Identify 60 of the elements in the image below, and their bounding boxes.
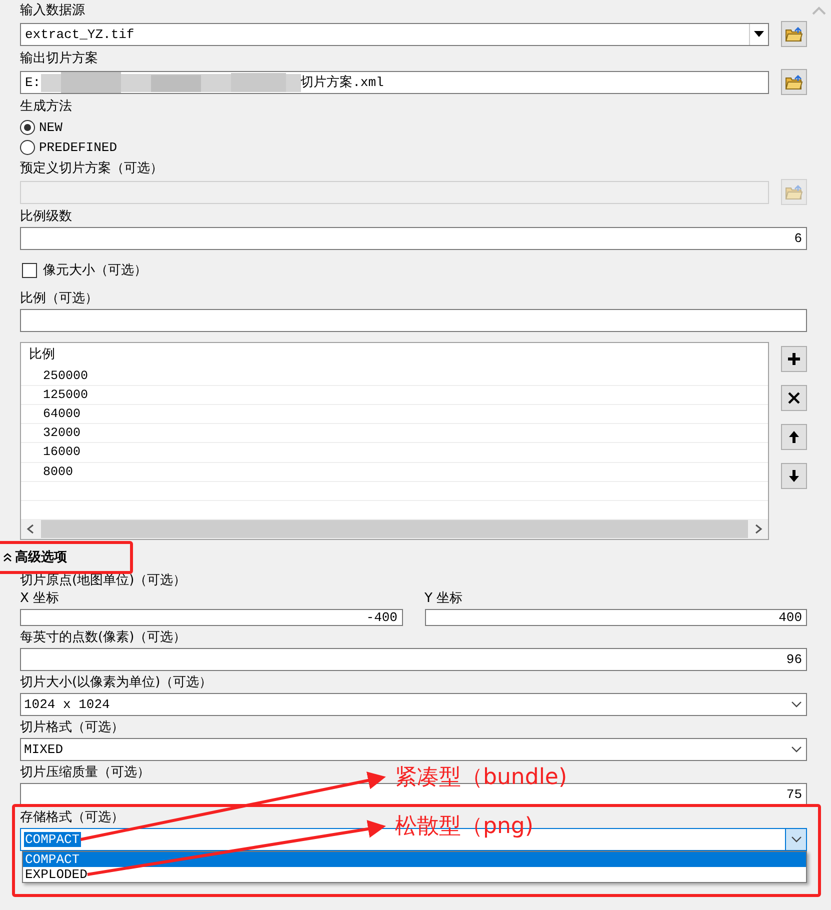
chevron-down-icon xyxy=(790,746,802,753)
up-button[interactable] xyxy=(781,424,807,450)
down-button[interactable] xyxy=(781,463,807,489)
list-item[interactable]: 250000 xyxy=(21,369,88,384)
radio-option[interactable]: NEW xyxy=(20,117,62,137)
folder-icon xyxy=(785,74,803,90)
list-item[interactable]: 125000 xyxy=(21,388,88,402)
arrow-up-icon xyxy=(787,430,801,444)
text-field[interactable]: 96 xyxy=(20,648,807,671)
text-field[interactable] xyxy=(20,309,807,332)
path-field[interactable]: E: 切片方案.xml xyxy=(20,70,769,94)
remove-button[interactable] xyxy=(781,385,807,411)
field-label: Y 坐标 xyxy=(424,591,463,607)
list-item[interactable]: 16000 xyxy=(21,445,81,460)
path-text: E: xyxy=(25,74,41,90)
scrollbar-thumb[interactable] xyxy=(41,520,748,538)
dropdown-option[interactable]: COMPACT xyxy=(23,852,806,867)
radio-option[interactable]: PREDEFINED xyxy=(20,137,118,157)
list-item[interactable]: 32000 xyxy=(21,426,81,440)
field-label: 存储格式（可选） xyxy=(20,810,124,826)
add-button[interactable] xyxy=(781,346,807,372)
folder-icon xyxy=(785,26,803,42)
close-icon xyxy=(787,391,801,405)
field-label: 比例（可选） xyxy=(20,291,98,307)
text-field[interactable]: 400 xyxy=(424,609,807,626)
combo-box[interactable]: extract_YZ.tif xyxy=(20,22,769,46)
section-toggle[interactable]: 高级选项 xyxy=(3,549,67,565)
field-label: 切片格式（可选） xyxy=(20,720,124,736)
collapse-icon xyxy=(3,552,12,562)
column-header: 比例 xyxy=(28,346,55,364)
field-label: 切片压缩质量（可选） xyxy=(20,765,150,781)
arrow-down-icon xyxy=(787,469,801,483)
plus-icon xyxy=(787,352,801,366)
field-label: 比例级数 xyxy=(20,209,72,225)
field-label: 生成方法 xyxy=(20,99,72,115)
field-label: 切片大小(以像素为单位)（可选） xyxy=(20,675,212,691)
field-label: 每英寸的点数(像素)（可选） xyxy=(20,630,186,646)
text-field[interactable]: 6 xyxy=(20,227,807,250)
browse-button[interactable] xyxy=(781,69,807,95)
text-field[interactable]: -400 xyxy=(20,609,402,626)
dropdown-option[interactable]: EXPLODED xyxy=(23,867,806,882)
path-text: 切片方案.xml xyxy=(300,74,384,91)
checkbox[interactable] xyxy=(22,262,37,278)
field-label: 切片原点(地图单位)（可选） xyxy=(20,573,186,589)
dropdown-arrow-icon[interactable] xyxy=(754,31,764,37)
chevron-down-icon xyxy=(790,701,802,708)
list-item[interactable]: 8000 xyxy=(21,464,74,479)
checkbox-label: 像元大小（可选） xyxy=(43,262,147,279)
radio-button[interactable] xyxy=(20,140,35,154)
field-label: 预定义切片方案（可选） xyxy=(20,161,163,177)
browse-button[interactable] xyxy=(781,21,807,47)
field-label: 输出切片方案 xyxy=(20,51,98,67)
dropdown[interactable]: 1024 x 1024 xyxy=(20,693,807,716)
list-item[interactable]: 64000 xyxy=(21,407,81,422)
dropdown[interactable]: MIXED xyxy=(20,738,807,761)
folder-icon xyxy=(785,184,803,200)
field-label: X 坐标 xyxy=(20,591,60,607)
chevron-down-icon xyxy=(790,836,802,843)
field-label: 输入数据源 xyxy=(20,3,85,19)
radio-button[interactable] xyxy=(20,120,35,134)
